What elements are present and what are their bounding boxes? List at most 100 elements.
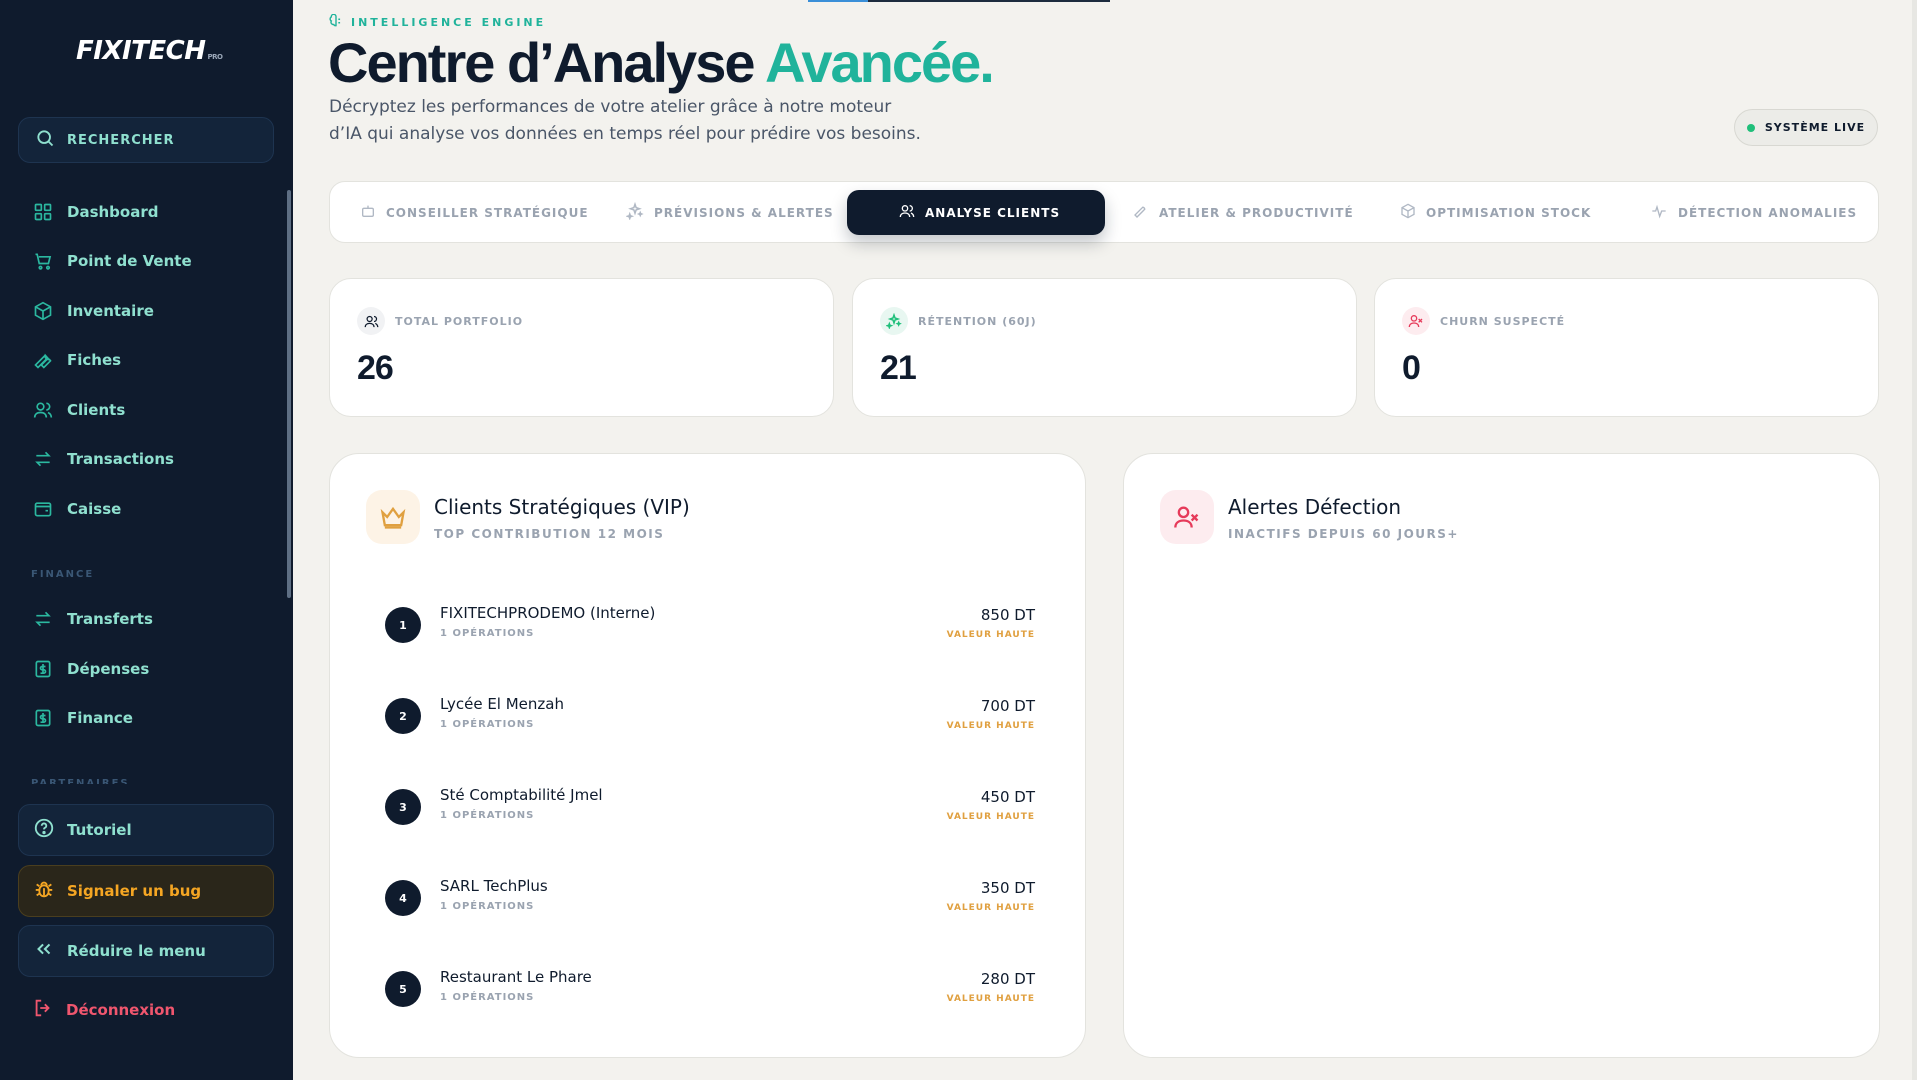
stat-label: CHURN SUSPECTÉ [1440, 314, 1566, 328]
logout-button[interactable]: Déconnexion [32, 997, 175, 1023]
sidebar-item-pos[interactable]: Point de Vente [32, 247, 192, 275]
top-progress-accent [808, 0, 868, 2]
report-bug-button[interactable]: Signaler un bug [18, 865, 274, 917]
rank-badge: 3 [385, 789, 421, 825]
table-row[interactable]: 3 Sté Comptabilité Jmel 1 OPÉRATIONS 450… [385, 781, 1035, 831]
sidebar: FIXITECH PRO RECHERCHER Dashboard Point d… [0, 0, 293, 1080]
collapse-menu-button[interactable]: Réduire le menu [18, 925, 274, 977]
client-amount: 350 DT [980, 879, 1035, 897]
user-x-icon [1402, 307, 1430, 335]
sidebar-item-label: Transactions [67, 450, 174, 468]
tab-workshop-productivity[interactable]: ATELIER & PRODUCTIVITÉ [1133, 190, 1354, 235]
client-amount: 280 DT [980, 970, 1035, 988]
eyebrow-label: INTELLIGENCE ENGINE [351, 16, 547, 29]
pulse-icon [1650, 203, 1668, 223]
tab-label: CONSEILLER STRATÉGIQUE [386, 205, 589, 220]
sidebar-item-depenses[interactable]: Dépenses [32, 655, 149, 683]
sidebar-item-label: Finance [67, 709, 133, 727]
live-badge-label: SYSTÈME LIVE [1764, 121, 1866, 134]
client-name: Lycée El Menzah [440, 695, 564, 713]
table-row[interactable]: 5 Restaurant Le Phare 1 OPÉRATIONS 280 D… [385, 963, 1035, 1013]
tab-anomaly-detection[interactable]: DÉTECTION ANOMALIES [1650, 190, 1857, 235]
robot-icon [360, 203, 376, 223]
users-icon [899, 203, 915, 223]
tab-label: ATELIER & PRODUCTIVITÉ [1159, 205, 1354, 220]
table-row[interactable]: 1 FIXITECHPRODEMO (Interne) 1 OPÉRATIONS… [385, 599, 1035, 649]
client-name: Restaurant Le Phare [440, 968, 592, 986]
tab-stock-optimization[interactable]: OPTIMISATION STOCK [1400, 190, 1591, 235]
stat-card-header: TOTAL PORTFOLIO [357, 307, 523, 335]
client-name: SARL TechPlus [440, 877, 548, 895]
logo-suffix: PRO [207, 53, 223, 61]
client-name: Sté Comptabilité Jmel [440, 786, 603, 804]
sidebar-item-finance[interactable]: Finance [32, 704, 133, 732]
section-label-partners: PARTENAIRES [31, 778, 130, 784]
tab-forecasts-alerts[interactable]: PRÉVISIONS & ALERTES [625, 190, 834, 235]
section-label-finance: FINANCE [31, 569, 95, 580]
stat-label: TOTAL PORTFOLIO [395, 314, 524, 328]
client-operations: 1 OPÉRATIONS [440, 901, 535, 912]
sidebar-item-label: Inventaire [67, 302, 154, 320]
stat-card-retention: RÉTENTION (60J) 21 [852, 278, 1357, 417]
tab-client-analysis[interactable]: ANALYSE CLIENTS [847, 190, 1105, 235]
sidebar-item-inventory[interactable]: Inventaire [32, 297, 154, 325]
value-tier-badge: VALEUR HAUTE [946, 994, 1035, 1004]
page-subtitle: Décryptez les performances de votre atel… [329, 94, 969, 148]
users-icon [32, 399, 54, 421]
analysis-tabs: CONSEILLER STRATÉGIQUE PRÉVISIONS & ALER… [329, 181, 1879, 243]
search-button[interactable]: RECHERCHER [18, 117, 274, 163]
arrows-icon [32, 608, 54, 630]
rank-badge: 5 [385, 971, 421, 1007]
stat-card-header: RÉTENTION (60J) [880, 307, 1037, 335]
panel-subtitle: INACTIFS DEPUIS 60 JOURS+ [1228, 527, 1459, 541]
client-operations: 1 OPÉRATIONS [440, 719, 535, 730]
table-row[interactable]: 4 SARL TechPlus 1 OPÉRATIONS 350 DT VALE… [385, 872, 1035, 922]
top-progress-indicator [808, 0, 1110, 2]
stat-card-churn: CHURN SUSPECTÉ 0 [1374, 278, 1879, 417]
search-label: RECHERCHER [67, 132, 175, 148]
client-amount: 700 DT [980, 697, 1035, 715]
cart-icon [32, 250, 54, 272]
dollar-icon [32, 658, 54, 680]
client-amount: 850 DT [980, 606, 1035, 624]
tab-label: PRÉVISIONS & ALERTES [654, 205, 834, 220]
logo-main: FIXITECH [76, 36, 206, 66]
grid-icon [32, 201, 54, 223]
page-scrollbar[interactable] [1912, 0, 1917, 1080]
sidebar-item-label: Dépenses [67, 660, 150, 678]
sidebar-item-transactions[interactable]: Transactions [32, 445, 174, 473]
sidebar-item-fiches[interactable]: Fiches [32, 346, 121, 374]
help-icon [33, 817, 55, 843]
sidebar-item-label: Clients [67, 401, 126, 419]
value-tier-badge: VALEUR HAUTE [946, 903, 1035, 913]
sidebar-item-label: Transferts [67, 610, 153, 628]
box-icon [32, 300, 54, 322]
sidebar-item-clients[interactable]: Clients [32, 396, 125, 424]
page-subtitle-line: d’IA qui analyse vos données en temps ré… [329, 124, 921, 144]
tab-strategic-advisor[interactable]: CONSEILLER STRATÉGIQUE [360, 190, 589, 235]
sparkles-icon [625, 201, 644, 224]
rank-badge: 4 [385, 880, 421, 916]
search-icon [35, 128, 55, 152]
wrench-icon [32, 349, 54, 371]
stat-card-total-portfolio: TOTAL PORTFOLIO 26 [329, 278, 834, 417]
stat-value: 0 [1402, 349, 1421, 387]
sidebar-scrollbar[interactable] [287, 190, 291, 598]
dollar-icon [32, 707, 54, 729]
tutorial-button[interactable]: Tutoriel [18, 804, 274, 856]
page-subtitle-line: Décryptez les performances de votre atel… [329, 97, 892, 117]
stat-value: 21 [880, 349, 917, 387]
table-row[interactable]: 2 Lycée El Menzah 1 OPÉRATIONS 700 DT VA… [385, 690, 1035, 740]
rank-badge: 1 [385, 607, 421, 643]
page-title-accent: Avancée. [764, 31, 995, 94]
sidebar-item-dashboard[interactable]: Dashboard [32, 198, 158, 226]
sidebar-item-caisse[interactable]: Caisse [32, 495, 121, 523]
tutorial-label: Tutoriel [67, 821, 132, 839]
fixitech-logo[interactable]: FIXITECH PRO [76, 36, 223, 76]
page-title-main: Centre d’Analyse [328, 31, 765, 94]
client-amount: 450 DT [980, 788, 1035, 806]
sidebar-item-transferts[interactable]: Transferts [32, 605, 153, 633]
users-icon [357, 307, 385, 335]
tab-label: ANALYSE CLIENTS [925, 205, 1061, 220]
page-title: Centre d’Analyse Avancée. [328, 30, 995, 95]
